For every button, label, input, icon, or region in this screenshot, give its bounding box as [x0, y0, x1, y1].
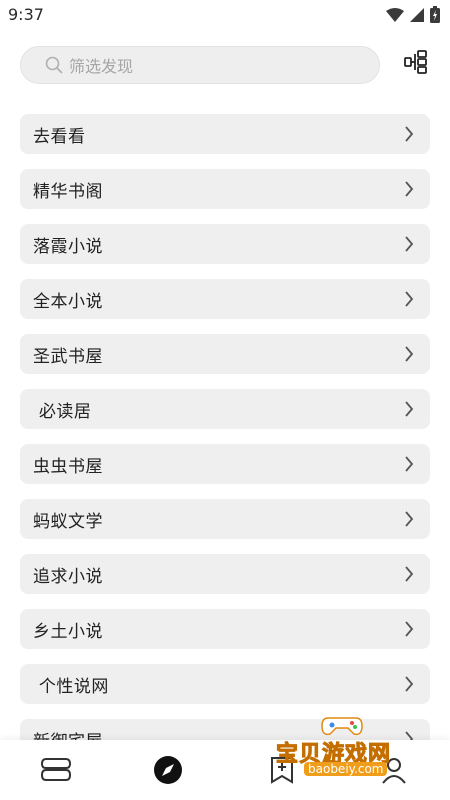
list-item-label: 圣武书屋: [33, 346, 103, 367]
list-item-label: 乡土小说: [33, 621, 103, 642]
list-item[interactable]: 落霞小说: [20, 224, 430, 264]
my-icon[interactable]: [376, 752, 412, 788]
list-item-label: 精华书阁: [33, 181, 103, 202]
bottom-nav: [0, 740, 450, 800]
battery-icon: [430, 6, 440, 27]
list-item[interactable]: 全本小说: [20, 279, 430, 319]
list-item-label: 虫虫书屋: [33, 456, 103, 477]
search-input[interactable]: 筛选发现: [20, 46, 380, 84]
chevron-right-icon: [405, 126, 414, 142]
list-item[interactable]: 精华书阁: [20, 169, 430, 209]
search-icon: [45, 56, 63, 74]
list-item-label: 追求小说: [33, 566, 103, 587]
chevron-right-icon: [405, 731, 414, 740]
chevron-right-icon: [405, 676, 414, 692]
chevron-right-icon: [405, 401, 414, 417]
list-item-label: 去看看: [33, 126, 86, 147]
chevron-right-icon: [405, 511, 414, 527]
chevron-right-icon: [405, 236, 414, 252]
list-item-label: 落霞小说: [33, 236, 103, 257]
search-placeholder: 筛选发现: [69, 57, 134, 76]
list-item[interactable]: 个性说网: [20, 664, 430, 704]
list-item[interactable]: 蚂蚁文学: [20, 499, 430, 539]
list-item[interactable]: 圣武书屋: [20, 334, 430, 374]
list-item[interactable]: 新御宅屋: [20, 719, 430, 740]
source-list: 去看看 精华书阁 落霞小说 全本小说 圣武书屋 必读居 虫虫书屋 蚂蚁文学 追求…: [20, 114, 430, 740]
search-row: 筛选发现: [20, 46, 430, 84]
status-icons: [386, 6, 440, 27]
bookshelf-icon[interactable]: [38, 752, 74, 788]
list-item-label: 新御宅屋: [33, 727, 103, 741]
status-bar: 9:37: [0, 0, 450, 30]
chevron-right-icon: [405, 621, 414, 637]
chevron-right-icon: [405, 566, 414, 582]
list-item[interactable]: 虫虫书屋: [20, 444, 430, 484]
chevron-right-icon: [405, 291, 414, 307]
list-item-label: 个性说网: [33, 676, 109, 697]
discover-icon[interactable]: [150, 752, 186, 788]
list-item-label: 蚂蚁文学: [33, 511, 103, 532]
chevron-right-icon: [405, 456, 414, 472]
list-item[interactable]: 去看看: [20, 114, 430, 154]
list-item[interactable]: 必读居: [20, 389, 430, 429]
cellular-icon: [410, 7, 424, 26]
chevron-right-icon: [405, 181, 414, 197]
group-toggle-icon[interactable]: [402, 48, 430, 76]
list-item-label: 必读居: [33, 401, 92, 422]
wifi-icon: [386, 7, 404, 26]
list-item[interactable]: 乡土小说: [20, 609, 430, 649]
list-item-label: 全本小说: [33, 291, 103, 312]
rss-icon[interactable]: [264, 752, 300, 788]
list-item[interactable]: 追求小说: [20, 554, 430, 594]
chevron-right-icon: [405, 346, 414, 362]
status-time: 9:37: [8, 5, 44, 24]
